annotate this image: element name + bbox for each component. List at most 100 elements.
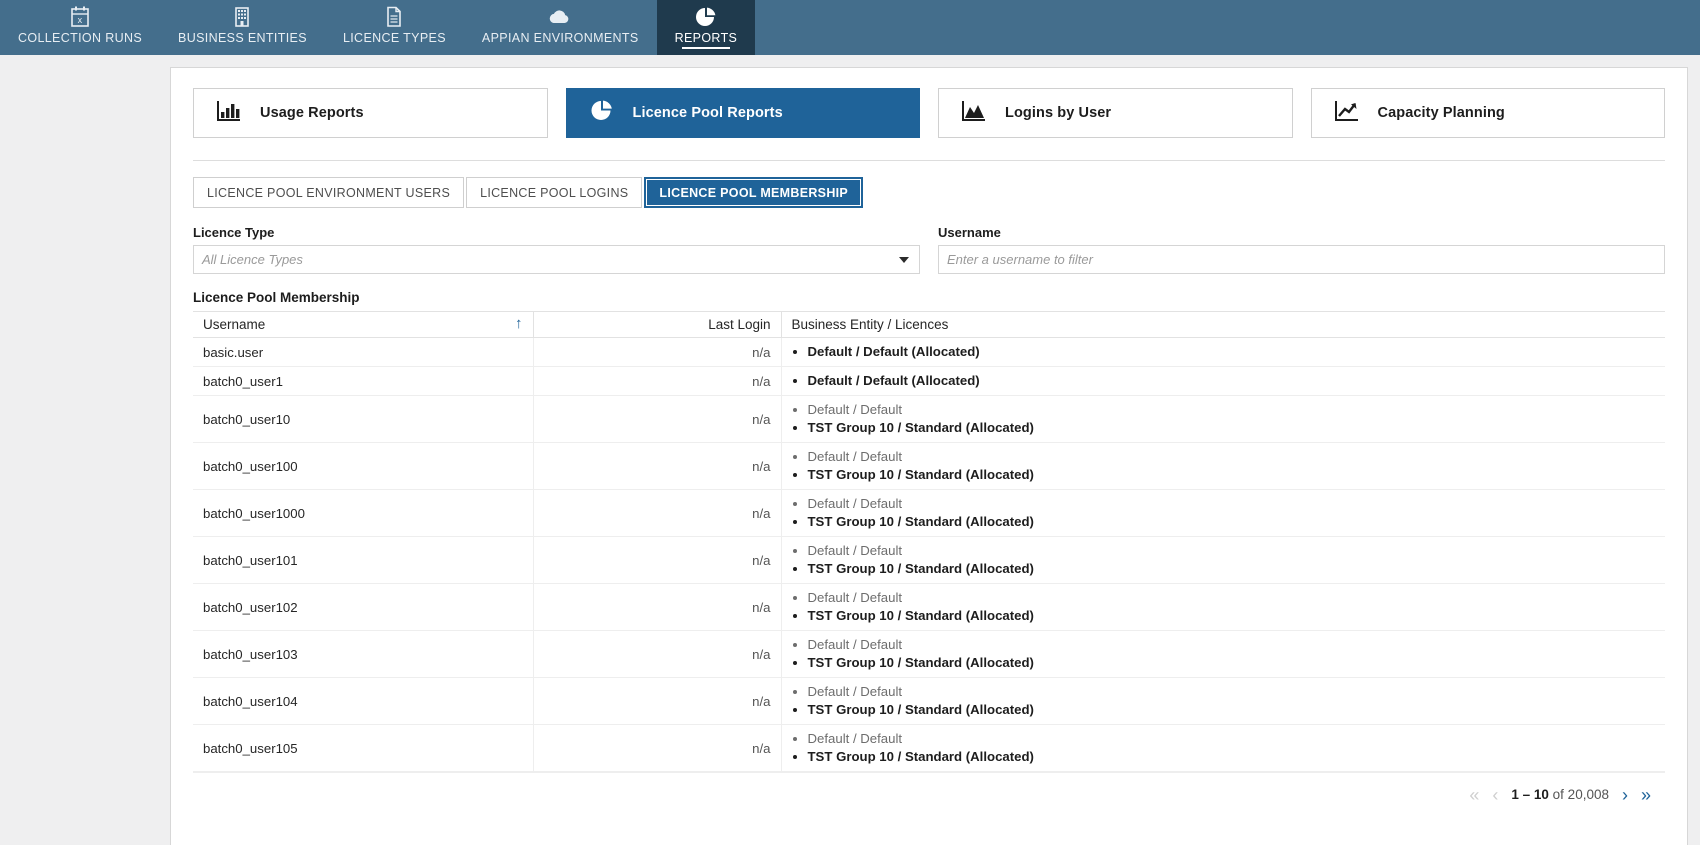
licence-list-item: Default / Default: [808, 448, 1656, 466]
table-title: Licence Pool Membership: [193, 290, 360, 305]
licence-list-item: TST Group 10 / Standard (Allocated): [808, 560, 1656, 578]
username-input[interactable]: Enter a username to filter: [938, 245, 1665, 274]
nav-item-business-entities[interactable]: BUSINESS ENTITIES: [160, 0, 325, 55]
table-row[interactable]: basic.usern/a Default / Default (Allocate…: [193, 337, 1665, 367]
licence-list-item: Default / Default: [808, 730, 1656, 748]
cell-business-entity-licences: Default / DefaultTST Group 10 / Standard…: [781, 677, 1665, 725]
licence-list: Default / DefaultTST Group 10 / Standard…: [792, 683, 1656, 719]
table-row[interactable]: batch0_user100n/a Default / DefaultTST Gr…: [193, 442, 1665, 490]
building-icon: [233, 5, 251, 29]
report-card-label: Logins by User: [1005, 105, 1112, 121]
column-header-last-login[interactable]: Last Login: [533, 311, 782, 338]
document-icon: [385, 5, 403, 29]
subtab-label: LICENCE POOL ENVIRONMENT USERS: [207, 185, 451, 200]
report-card-capacity-planning[interactable]: Capacity Planning: [1310, 88, 1665, 138]
nav-item-collection-runs[interactable]: x COLLECTION RUNS: [0, 0, 160, 55]
table-row[interactable]: batch0_user1000n/a Default / DefaultTST G…: [193, 489, 1665, 537]
left-rail: [0, 55, 168, 845]
report-card-label: Usage Reports: [260, 105, 364, 121]
table-row[interactable]: batch0_user10n/a Default / DefaultTST Gro…: [193, 395, 1665, 443]
svg-text:x: x: [78, 15, 83, 25]
table-row[interactable]: batch0_user101n/a Default / DefaultTST Gr…: [193, 536, 1665, 584]
filter-row: Licence Type All Licence Types Username …: [193, 225, 1665, 274]
pie-chart-icon: [695, 5, 717, 29]
nav-item-reports[interactable]: REPORTS: [656, 0, 756, 55]
subtab-label: LICENCE POOL LOGINS: [480, 185, 629, 200]
cell-last-login: n/a: [533, 677, 782, 725]
report-card-licence-pool-reports[interactable]: Licence Pool Reports: [565, 88, 920, 138]
table-row[interactable]: batch0_user102n/a Default / DefaultTST Gr…: [193, 583, 1665, 631]
licence-list-item: Default / Default (Allocated): [808, 343, 1656, 361]
report-card-usage-reports[interactable]: Usage Reports: [193, 88, 548, 138]
pagination-range: 1 – 10: [1511, 787, 1549, 802]
cell-business-entity-licences: Default / Default (Allocated): [781, 337, 1665, 367]
cell-business-entity-licences: Default / DefaultTST Group 10 / Standard…: [781, 489, 1665, 537]
subtab-licence-pool-logins[interactable]: LICENCE POOL LOGINS: [466, 177, 643, 208]
nav-item-appian-environments[interactable]: APPIAN ENVIRONMENTS: [464, 0, 657, 55]
licence-list-item: TST Group 10 / Standard (Allocated): [808, 419, 1656, 437]
licence-list-item: TST Group 10 / Standard (Allocated): [808, 654, 1656, 672]
table-header: Username ↑ Last Login Business Entity / …: [193, 311, 1665, 338]
column-header-label: Last Login: [708, 317, 771, 332]
table-row[interactable]: batch0_user1n/a Default / Default (Alloca…: [193, 366, 1665, 396]
licence-list-item: Default / Default: [808, 683, 1656, 701]
licence-list-item: Default / Default: [808, 589, 1656, 607]
subtab-label: LICENCE POOL MEMBERSHIP: [659, 185, 849, 200]
licence-type-label: Licence Type: [193, 225, 275, 240]
trend-up-icon: [1334, 99, 1360, 128]
cell-business-entity-licences: Default / Default (Allocated): [781, 366, 1665, 396]
table-body: basic.usern/aDefault / Default (Allocate…: [193, 337, 1665, 772]
username-placeholder: Enter a username to filter: [947, 252, 1093, 267]
report-card-logins-by-user[interactable]: Logins by User: [938, 88, 1293, 138]
cell-business-entity-licences: Default / DefaultTST Group 10 / Standard…: [781, 442, 1665, 490]
licence-type-filter-group: Licence Type All Licence Types: [193, 225, 920, 274]
area-chart-icon: [961, 99, 987, 128]
chevron-down-icon: [899, 256, 909, 263]
bar-chart-icon: [216, 99, 242, 128]
licence-list: Default / DefaultTST Group 10 / Standard…: [792, 636, 1656, 672]
subtab-licence-pool-membership[interactable]: LICENCE POOL MEMBERSHIP: [644, 177, 864, 208]
calendar-x-icon: x: [70, 5, 90, 29]
licence-type-select[interactable]: All Licence Types: [193, 245, 920, 274]
table-row[interactable]: batch0_user103n/a Default / DefaultTST Gr…: [193, 630, 1665, 678]
cell-username: batch0_user1000: [193, 489, 534, 537]
licence-list-item: TST Group 10 / Standard (Allocated): [808, 513, 1656, 531]
cell-last-login: n/a: [533, 630, 782, 678]
licence-list: Default / DefaultTST Group 10 / Standard…: [792, 448, 1656, 484]
nav-item-licence-types[interactable]: LICENCE TYPES: [325, 0, 464, 55]
last-page-button[interactable]: »: [1641, 786, 1651, 804]
licence-list-item: TST Group 10 / Standard (Allocated): [808, 748, 1656, 766]
cell-business-entity-licences: Default / DefaultTST Group 10 / Standard…: [781, 536, 1665, 584]
subtab-licence-pool-environment-users[interactable]: LICENCE POOL ENVIRONMENT USERS: [193, 177, 465, 208]
column-header-business-entity-licences[interactable]: Business Entity / Licences: [781, 311, 1665, 338]
cloud-icon: [547, 5, 573, 29]
licence-list: Default / DefaultTST Group 10 / Standard…: [792, 495, 1656, 531]
cell-username: batch0_user1: [193, 366, 534, 396]
pie-chart-icon: [589, 98, 615, 129]
licence-pool-subtab-group: LICENCE POOL ENVIRONMENT USERS LICENCE P…: [193, 177, 1665, 208]
active-tab-underline: [681, 47, 730, 49]
next-page-button[interactable]: ›: [1622, 786, 1628, 804]
cell-last-login: n/a: [533, 489, 782, 537]
cell-last-login: n/a: [533, 366, 782, 396]
cell-last-login: n/a: [533, 536, 782, 584]
sort-ascending-icon[interactable]: ↑: [515, 316, 523, 331]
cell-business-entity-licences: Default / DefaultTST Group 10 / Standard…: [781, 395, 1665, 443]
pagination-bar: « ‹ 1 – 10 of 20,008 › »: [193, 772, 1665, 816]
cell-last-login: n/a: [533, 395, 782, 443]
column-header-label: Username: [203, 317, 266, 332]
cell-business-entity-licences: Default / DefaultTST Group 10 / Standard…: [781, 724, 1665, 772]
username-label: Username: [938, 225, 1001, 240]
licence-list: Default / DefaultTST Group 10 / Standard…: [792, 401, 1656, 437]
licence-list-item: Default / Default: [808, 636, 1656, 654]
cell-last-login: n/a: [533, 337, 782, 367]
previous-page-button[interactable]: ‹: [1492, 786, 1498, 804]
table-row[interactable]: batch0_user104n/a Default / DefaultTST Gr…: [193, 677, 1665, 725]
cell-username: batch0_user100: [193, 442, 534, 490]
table-header-row: Username ↑ Last Login Business Entity / …: [193, 311, 1665, 338]
column-header-username[interactable]: Username ↑: [193, 311, 534, 338]
table-row[interactable]: batch0_user105n/a Default / DefaultTST Gr…: [193, 724, 1665, 772]
licence-list: Default / DefaultTST Group 10 / Standard…: [792, 730, 1656, 766]
section-divider: [193, 160, 1665, 161]
first-page-button[interactable]: «: [1469, 786, 1479, 804]
